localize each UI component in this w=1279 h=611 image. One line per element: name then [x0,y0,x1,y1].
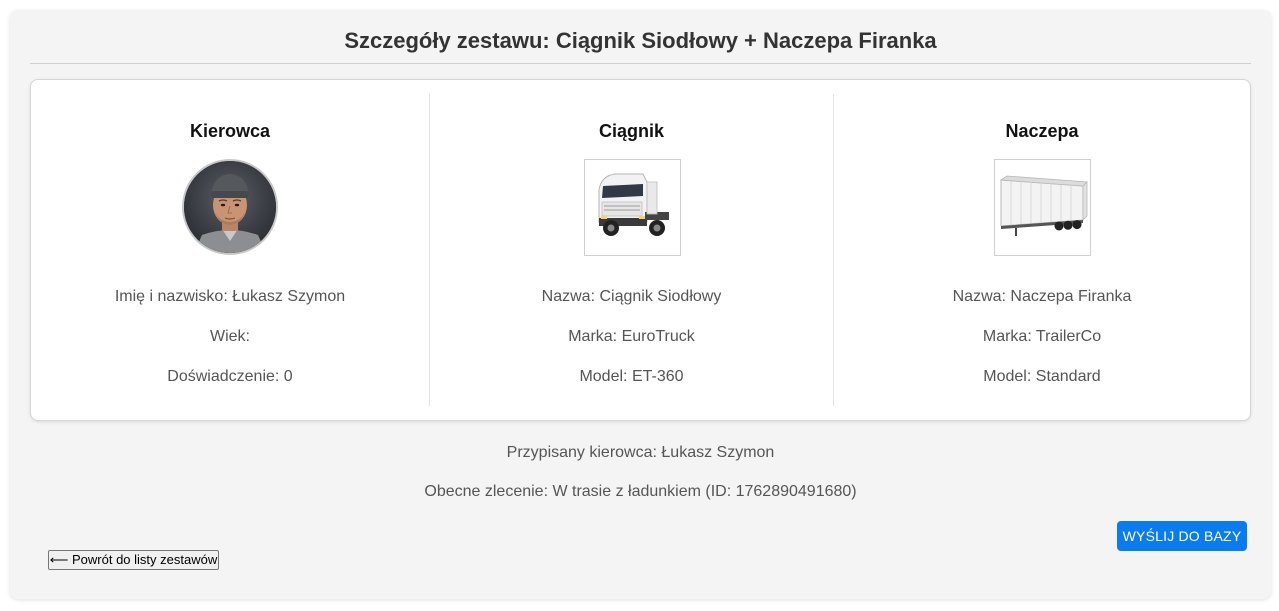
back-to-sets-list-button[interactable]: ⟵ Powrót do listy zestawów [48,550,219,570]
tractor-model-label: Model: [579,368,628,385]
trailer-model-value: Standard [1035,368,1101,385]
trailer-name-label: Nazwa: [952,288,1006,305]
trailer-name: Nazwa: Naczepa Firanka [834,288,1250,306]
trailer-heading: Naczepa [1005,121,1079,141]
page-title: Szczegóły zestawu: Ciągnik Siodłowy + Na… [30,10,1251,64]
driver-name-value: Łukasz Szymon [232,288,346,305]
driver-heading: Kierowca [189,121,271,141]
trailer-icon [999,175,1088,236]
tractor-image [583,159,681,256]
driver-name-label: Imię i nazwisko: [114,288,228,305]
trailer-image [994,159,1091,256]
trailer-column: Naczepa Nazwa: Naczepa Firanka Marka: Tr… [834,94,1250,406]
driver-name: Imię i nazwisko: Łukasz Szymon [31,288,429,306]
tractor-name: Nazwa: Ciągnik Siodłowy [430,288,833,306]
tractor-column: Ciągnik Nazwa: Ciągnik Siodłowy Marka: E… [430,94,834,406]
tractor-heading: Ciągnik [598,121,664,141]
tractor-brand-label: Marka: [568,328,618,345]
driver-experience: Doświadczenie: 0 [31,368,429,386]
assigned-driver-text: Przypisany kierowca: Łukasz Szymon [506,444,775,461]
tractor-brand: Marka: EuroTruck [430,328,833,346]
trailer-name-value: Naczepa Firanka [1010,288,1132,305]
trailer-model-label: Model: [983,368,1032,385]
driver-experience-label: Doświadczenie: [167,368,280,385]
trailer-brand-value: TrailerCo [1035,328,1102,345]
trailer-brand: Marka: TrailerCo [834,328,1250,346]
driver-avatar [182,159,278,255]
trailer-brand-label: Marka: [982,328,1032,345]
tractor-brand-value: EuroTruck [621,328,695,345]
tractor-name-value: Ciągnik Siodłowy [599,288,722,305]
driver-age-label: Wiek: [210,328,250,345]
driver-column: Kierowca Imię i nazwisko: Łukasz Szymon … [31,94,430,406]
tractor-model-value: ET-360 [631,368,684,385]
current-order-text: Obecne zlecenie: W trasie z ładunkiem (I… [424,483,857,500]
trailer-model: Model: Standard [834,368,1250,386]
driver-experience-value: 0 [283,368,293,385]
tractor-model: Model: ET-360 [430,368,833,386]
truck-icon [598,173,669,236]
send-to-database-button[interactable]: WYŚLIJ DO BAZY [1117,521,1247,551]
tractor-name-label: Nazwa: [541,288,596,305]
set-details-page: Szczegóły zestawu: Ciągnik Siodłowy + Na… [10,10,1271,599]
driver-avatar-icon [184,161,276,253]
set-details-card: Kierowca Imię i nazwisko: Łukasz Szymon … [30,79,1251,421]
driver-age: Wiek: [31,328,429,346]
